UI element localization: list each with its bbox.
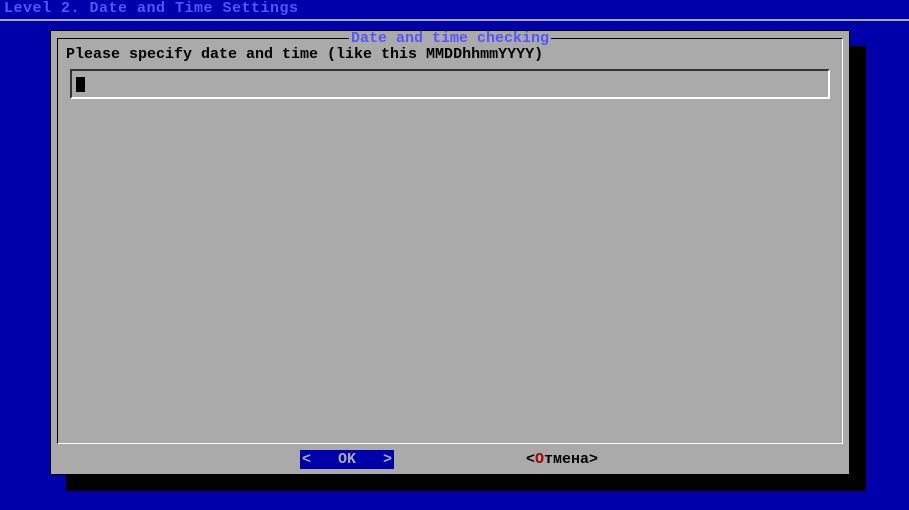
datetime-input[interactable] bbox=[70, 69, 830, 99]
text-cursor bbox=[76, 77, 85, 92]
ok-button[interactable]: < OK > bbox=[300, 450, 394, 469]
dialog: Date and time checking Please specify da… bbox=[50, 30, 850, 475]
cancel-hotkey: О bbox=[535, 451, 544, 468]
cancel-button[interactable]: <Отмена> bbox=[524, 450, 600, 469]
dialog-title: Date and time checking bbox=[349, 31, 551, 46]
dialog-container: Date and time checking Please specify da… bbox=[50, 30, 850, 475]
title-underline bbox=[0, 19, 909, 21]
page-title-text: Level 2. Date and Time Settings bbox=[4, 0, 299, 17]
button-row: < OK > <Отмена> bbox=[51, 450, 849, 468]
page-title: Level 2. Date and Time Settings bbox=[0, 0, 909, 17]
dialog-border: Date and time checking Please specify da… bbox=[57, 38, 843, 444]
prompt-text: Please specify date and time (like this … bbox=[66, 47, 543, 62]
